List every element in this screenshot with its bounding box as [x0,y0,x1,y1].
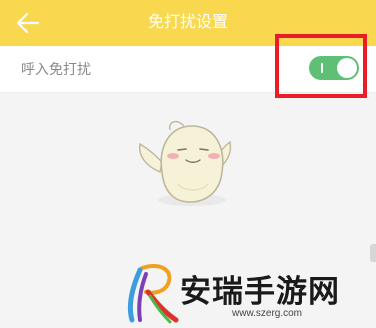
highlight-box [275,34,367,98]
app-screen: 免打扰设置 呼入免打扰 安瑞手游网 www.szerg.com [0,0,376,328]
watermark-name: 安瑞手游网 [180,274,340,310]
back-button[interactable] [14,10,42,36]
mascot-illustration [132,112,244,212]
arrow-left-icon [16,12,40,34]
dnd-setting-label: 呼入免打扰 [21,61,91,77]
watermark-url: www.szerg.com [232,308,303,319]
watermark: 安瑞手游网 www.szerg.com [120,258,376,328]
watermark-logo-icon [127,264,179,324]
